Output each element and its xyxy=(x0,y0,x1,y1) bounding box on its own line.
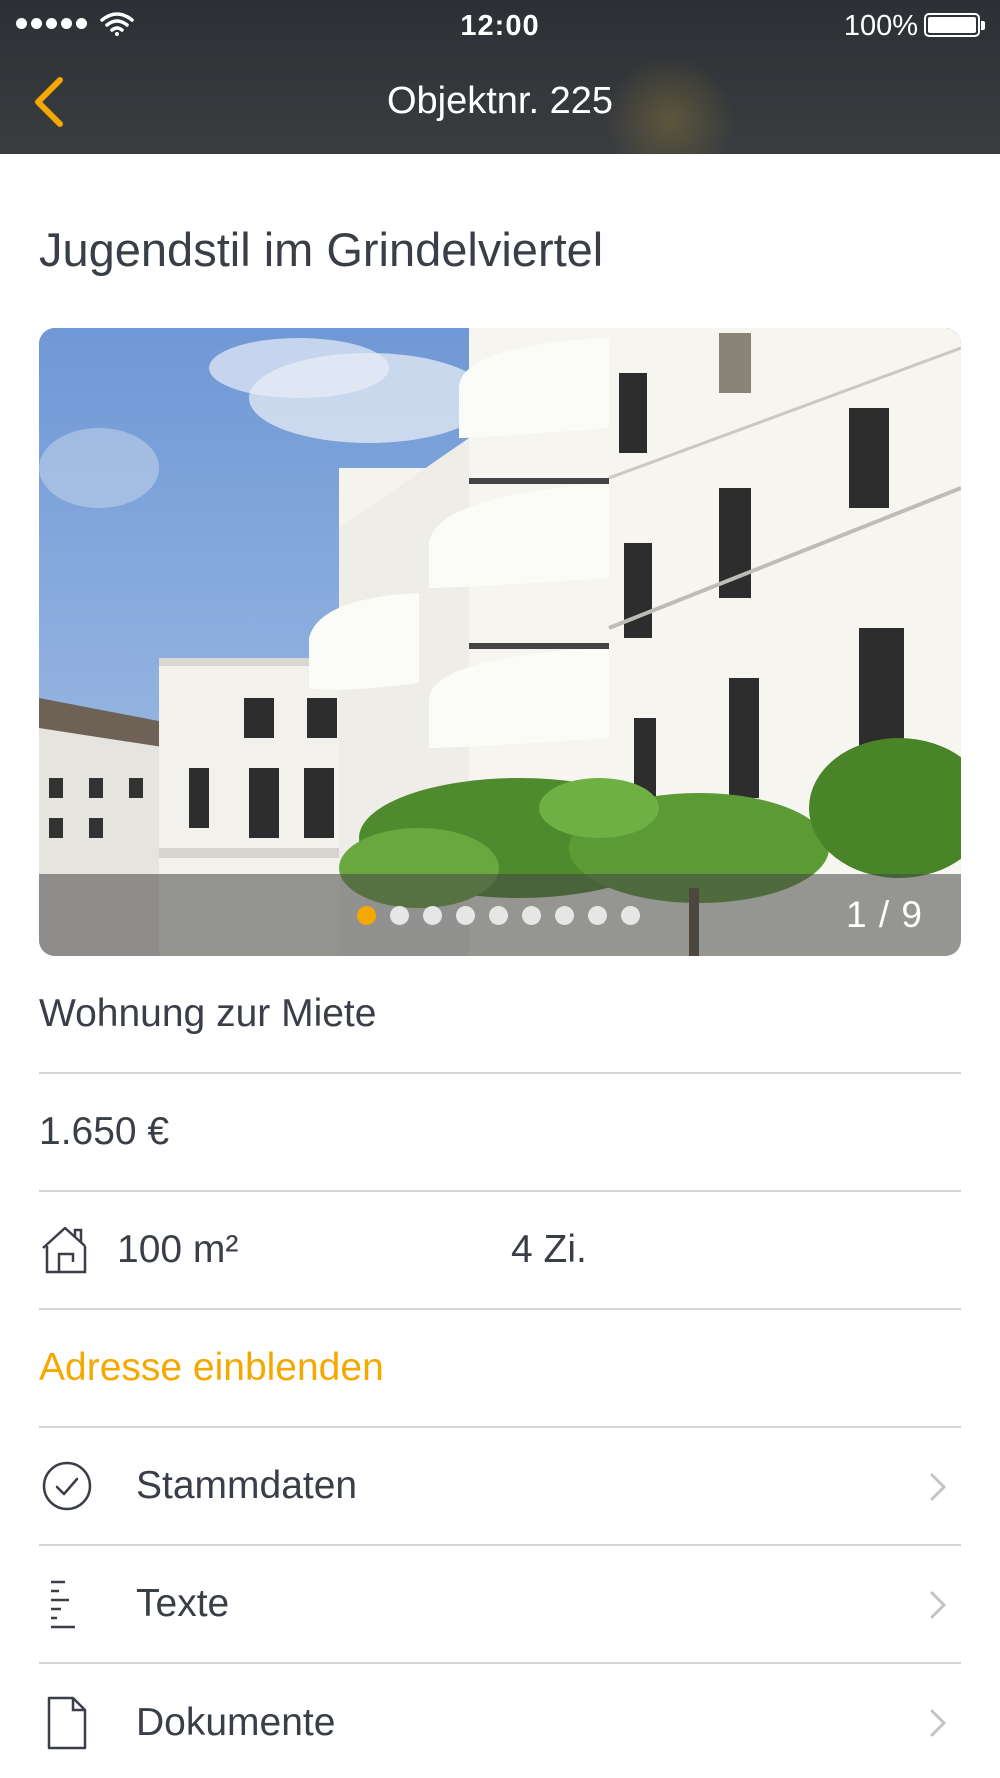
house-area-icon xyxy=(42,1226,87,1274)
top-bar: 12:00 100% Objektnr. 225 xyxy=(0,0,1000,154)
area-rooms-row: 100 m² 4 Zi. xyxy=(39,1192,961,1310)
address-row: Adresse einblenden xyxy=(39,1310,961,1428)
battery-percentage: 100% xyxy=(843,10,918,42)
property-type: Wohnung zur Miete xyxy=(39,992,377,1035)
menu-item-stammdaten[interactable]: Stammdaten xyxy=(39,1428,961,1546)
property-type-row: Wohnung zur Miete xyxy=(39,956,961,1074)
show-address-link[interactable]: Adresse einblenden xyxy=(39,1346,384,1390)
gallery-page-dot[interactable] xyxy=(621,906,640,925)
page-header-title: Objektnr. 225 xyxy=(386,80,614,122)
property-rooms: 4 Zi. xyxy=(511,1228,587,1271)
image-gallery[interactable]: 1 / 9 xyxy=(39,328,961,956)
menu-item-label: Texte xyxy=(136,1582,230,1625)
menu-item-label: Dokumente xyxy=(136,1701,336,1744)
property-photo xyxy=(39,328,961,956)
battery-icon xyxy=(924,13,985,37)
gallery-page-dot[interactable] xyxy=(522,906,541,925)
gallery-page-dot[interactable] xyxy=(489,906,508,925)
gallery-pager[interactable] xyxy=(357,906,640,925)
gallery-page-dot[interactable] xyxy=(456,906,475,925)
chevron-right-icon xyxy=(930,1591,947,1619)
gallery-page-dot[interactable] xyxy=(423,906,442,925)
document-icon xyxy=(39,1695,95,1751)
navigation-bar: Objektnr. 225 xyxy=(0,58,1000,148)
check-circle-icon xyxy=(39,1458,95,1514)
text-lines-icon xyxy=(39,1576,95,1632)
gallery-indicator-bar: 1 / 9 xyxy=(39,874,961,956)
property-price: 1.650 € xyxy=(39,1110,170,1153)
gallery-page-dot[interactable] xyxy=(357,906,376,925)
gallery-page-dot[interactable] xyxy=(390,906,409,925)
menu-item-texte[interactable]: Texte xyxy=(39,1546,961,1664)
chevron-right-icon xyxy=(930,1473,947,1501)
gallery-page-dot[interactable] xyxy=(588,906,607,925)
chevron-right-icon xyxy=(930,1709,947,1737)
gallery-counter: 1 / 9 xyxy=(846,894,923,935)
menu-item-label: Stammdaten xyxy=(136,1464,358,1507)
price-row: 1.650 € xyxy=(39,1074,961,1192)
menu-item-dokumente[interactable]: Dokumente xyxy=(39,1664,961,1778)
property-area: 100 m² xyxy=(117,1228,239,1271)
gallery-page-dot[interactable] xyxy=(555,906,574,925)
property-title: Jugendstil im Grindelviertel xyxy=(39,223,604,276)
status-bar: 12:00 100% xyxy=(0,0,1000,50)
